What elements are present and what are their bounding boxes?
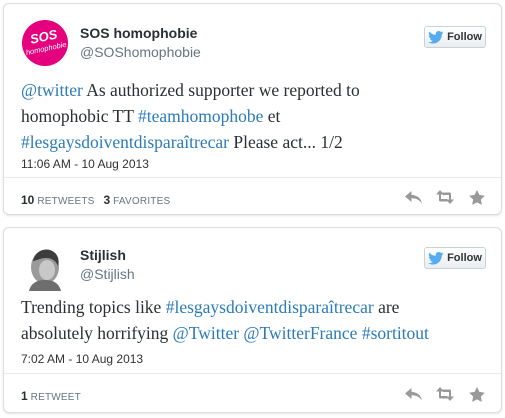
mention-link[interactable]: @Twitter bbox=[173, 323, 239, 343]
text-segment: et bbox=[263, 106, 281, 126]
retweet-button[interactable] bbox=[435, 188, 455, 206]
reply-icon bbox=[404, 387, 422, 400]
reply-icon bbox=[404, 190, 422, 203]
reply-button[interactable] bbox=[403, 188, 423, 206]
hashtag-link[interactable]: #sortitout bbox=[362, 323, 429, 343]
tweet-stats: 1 RETWEET bbox=[21, 389, 87, 403]
tweet-card: Stijlish @Stijlish Follow Trending topic… bbox=[3, 227, 502, 413]
hashtag-link[interactable]: #lesgaysdoiventdisparaîtrecar bbox=[21, 132, 229, 152]
retweet-count[interactable]: 10 bbox=[21, 193, 34, 207]
user-handle[interactable]: @Stijlish bbox=[80, 266, 135, 282]
tweet-text-line: absolutely horrifying @Twitter @TwitterF… bbox=[21, 320, 485, 346]
tweet-timestamp[interactable]: 7:02 AM - 10 Aug 2013 bbox=[21, 352, 143, 366]
tweet-text-line: homophobic TT #teamhomophobe et bbox=[21, 103, 485, 129]
star-icon bbox=[469, 386, 485, 402]
retweet-count-label[interactable]: RETWEETS bbox=[37, 196, 94, 207]
favorite-button[interactable] bbox=[467, 385, 487, 403]
mention-link[interactable]: @TwitterFrance bbox=[243, 323, 357, 343]
text-segment: As authorized supporter we reported to bbox=[82, 80, 360, 100]
retweet-count-label[interactable]: RETWEET bbox=[31, 392, 81, 403]
text-segment: are bbox=[373, 297, 400, 317]
twitter-bird-icon bbox=[428, 251, 444, 265]
text-segment: Please act... 1/2 bbox=[228, 132, 343, 152]
twitter-bird-icon bbox=[428, 30, 444, 44]
text-segment: absolutely horrifying bbox=[21, 323, 173, 343]
text-segment: homophobic TT bbox=[21, 106, 138, 126]
text-segment: Trending topics like bbox=[21, 297, 166, 317]
tweet-text: @twitter As authorized supporter we repo… bbox=[21, 77, 485, 155]
tweet-text: Trending topics like #lesgaysdoiventdisp… bbox=[21, 294, 485, 346]
star-icon bbox=[469, 189, 485, 205]
tweet-actions bbox=[403, 385, 487, 403]
tweet-text-line: Trending topics like #lesgaysdoiventdisp… bbox=[21, 294, 485, 320]
favorite-button[interactable] bbox=[467, 188, 487, 206]
tweet-stats: 10 RETWEETS 3 FAVORITES bbox=[21, 193, 176, 207]
mention-link[interactable]: @twitter bbox=[21, 80, 83, 100]
retweet-count[interactable]: 1 bbox=[21, 389, 28, 403]
tweet-text-line: #lesgaysdoiventdisparaîtrecar Please act… bbox=[21, 129, 485, 155]
follow-label: Follow bbox=[447, 31, 482, 43]
tweet-timestamp[interactable]: 11:06 AM - 10 Aug 2013 bbox=[21, 157, 149, 171]
tweet-actions bbox=[403, 188, 487, 206]
tweet-text-line: @twitter As authorized supporter we repo… bbox=[21, 77, 485, 103]
retweet-button[interactable] bbox=[435, 385, 455, 403]
hashtag-link[interactable]: #lesgaysdoiventdisparaîtrecar bbox=[166, 297, 374, 317]
favorite-count-label[interactable]: FAVORITES bbox=[113, 196, 170, 207]
avatar[interactable] bbox=[21, 243, 69, 291]
follow-button[interactable]: Follow bbox=[424, 26, 486, 48]
hashtag-link[interactable]: #teamhomophobe bbox=[138, 106, 263, 126]
retweet-icon bbox=[436, 190, 454, 204]
user-name[interactable]: Stijlish bbox=[80, 247, 126, 263]
divider bbox=[4, 177, 501, 178]
tweet-card: SOS homophobie SOS homophobie @SOShomoph… bbox=[3, 3, 502, 215]
follow-button[interactable]: Follow bbox=[424, 247, 486, 269]
favorite-count[interactable]: 3 bbox=[104, 193, 111, 207]
follow-label: Follow bbox=[447, 252, 482, 264]
user-handle[interactable]: @SOShomophobie bbox=[80, 44, 201, 60]
reply-button[interactable] bbox=[403, 385, 423, 403]
divider bbox=[4, 373, 501, 374]
avatar[interactable]: SOS homophobie bbox=[21, 19, 69, 67]
retweet-icon bbox=[436, 387, 454, 401]
user-name[interactable]: SOS homophobie bbox=[80, 25, 197, 41]
